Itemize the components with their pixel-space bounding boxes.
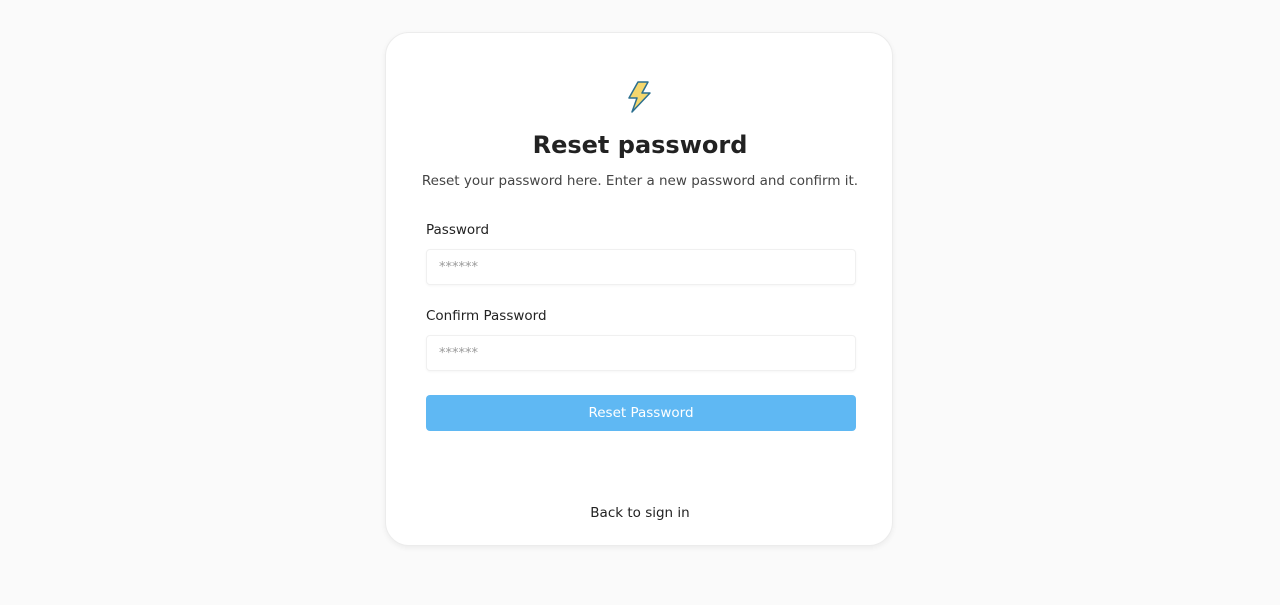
page: Reset password Reset your password here.… bbox=[0, 0, 1280, 605]
confirm-password-label: Confirm Password bbox=[426, 308, 547, 324]
password-field[interactable] bbox=[426, 249, 856, 285]
page-title: Reset password bbox=[532, 131, 748, 159]
page-subtitle: Reset your password here. Enter a new pa… bbox=[421, 173, 859, 189]
reset-password-card: Reset password Reset your password here.… bbox=[385, 32, 893, 546]
confirm-password-field[interactable] bbox=[426, 335, 856, 371]
back-to-sign-in-link[interactable]: Back to sign in bbox=[386, 503, 894, 523]
lightning-bolt-icon bbox=[626, 81, 654, 113]
password-label: Password bbox=[426, 222, 490, 238]
reset-password-button[interactable]: Reset Password bbox=[426, 395, 856, 431]
